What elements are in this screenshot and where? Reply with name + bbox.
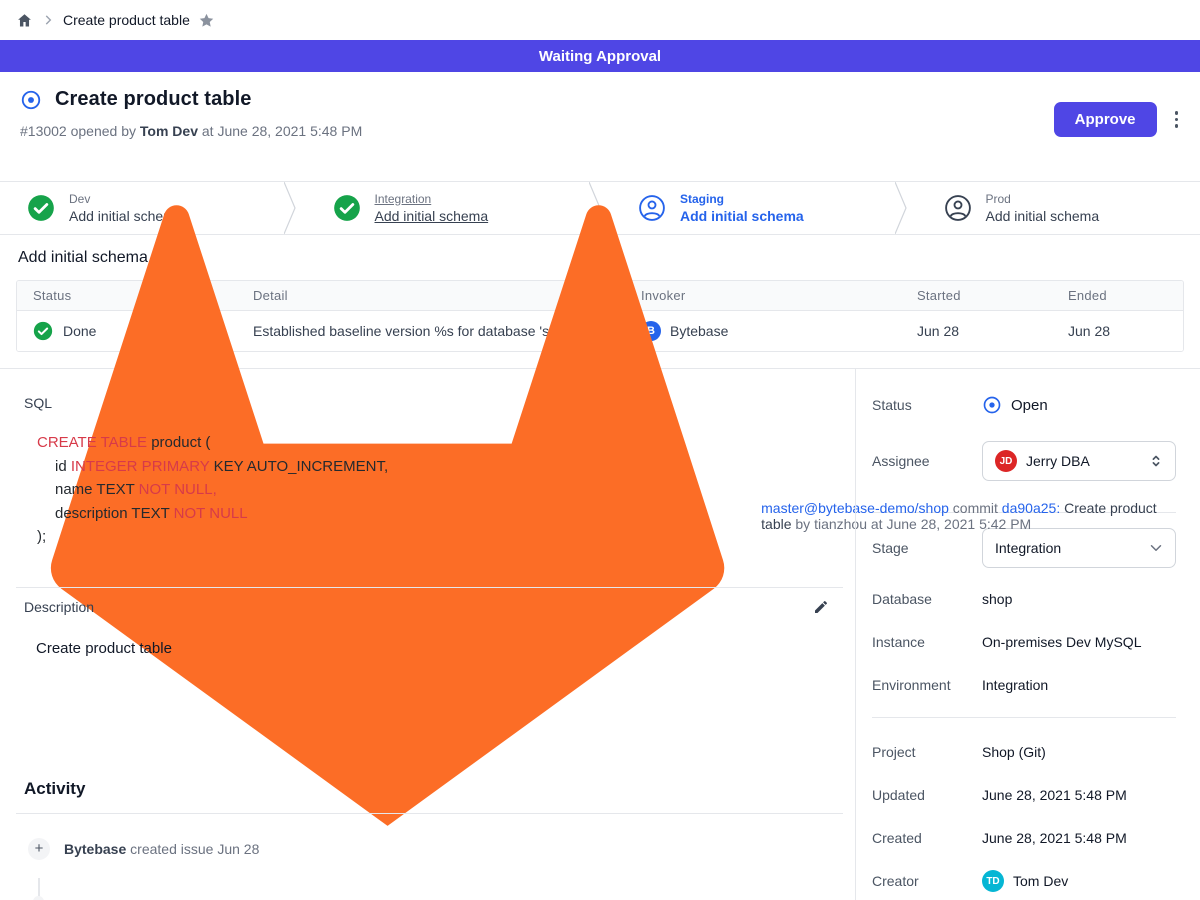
sql-section-label: SQL <box>24 395 855 411</box>
approve-button[interactable]: Approve <box>1054 102 1157 137</box>
issue-id: #13002 <box>20 123 67 139</box>
activity-item: + Bytebase created issue Jun 28 <box>28 838 855 860</box>
header-actions: Approve <box>1054 102 1180 137</box>
activity-actor: Bytebase <box>64 841 126 857</box>
description-text: Create product table <box>36 640 855 657</box>
description-label: Description <box>24 599 94 615</box>
sql-line: id INTEGER PRIMARY KEY AUTO_INCREMENT, <box>37 455 855 479</box>
sql-code-block: CREATE TABLE product (id INTEGER PRIMARY… <box>37 431 855 549</box>
status-banner-text: Waiting Approval <box>539 48 661 65</box>
sql-line: description TEXT NOT NULL <box>37 502 855 526</box>
edit-pencil-icon[interactable] <box>813 599 829 615</box>
more-options-icon[interactable] <box>1173 109 1181 130</box>
issue-author: Tom Dev <box>140 123 198 139</box>
sql-line: CREATE TABLE product ( <box>37 431 855 455</box>
issue-open-icon <box>20 89 42 111</box>
opened-by-label: opened by <box>71 123 136 139</box>
description-header: Description <box>24 599 829 615</box>
breadcrumb-page-title: Create product table <box>63 12 190 28</box>
issue-header: Create product table #13002 opened by To… <box>0 72 1200 181</box>
issue-opened-at: at June 28, 2021 5:48 PM <box>202 123 362 139</box>
activity-action: created issue Jun 28 <box>130 841 259 857</box>
issue-title: Create product table <box>55 88 251 111</box>
sql-line: name TEXT NOT NULL, <box>37 478 855 502</box>
sql-line: ); <box>37 525 855 549</box>
breadcrumb: Create product table <box>0 0 1200 40</box>
home-icon[interactable] <box>16 12 33 29</box>
activity-text: Bytebase created issue Jun 28 <box>64 841 259 857</box>
issue-meta: #13002 opened by Tom Dev at June 28, 202… <box>20 123 1184 139</box>
commit-label: commit <box>953 500 998 516</box>
main-column: SQL CREATE TABLE product (id INTEGER PRI… <box>0 369 856 900</box>
chevron-right-icon <box>41 13 55 27</box>
timeline-next-node <box>33 896 44 900</box>
commit-colon: : <box>1056 500 1060 516</box>
activity-title: Activity <box>24 779 855 799</box>
divider <box>16 587 843 588</box>
commit-hash-link[interactable]: da90a25 <box>1002 500 1057 516</box>
divider <box>16 813 843 814</box>
favorite-star-icon[interactable] <box>198 12 215 29</box>
status-banner: Waiting Approval <box>0 40 1200 72</box>
plus-icon: + <box>28 838 50 860</box>
issue-title-row: Create product table <box>20 88 1184 111</box>
